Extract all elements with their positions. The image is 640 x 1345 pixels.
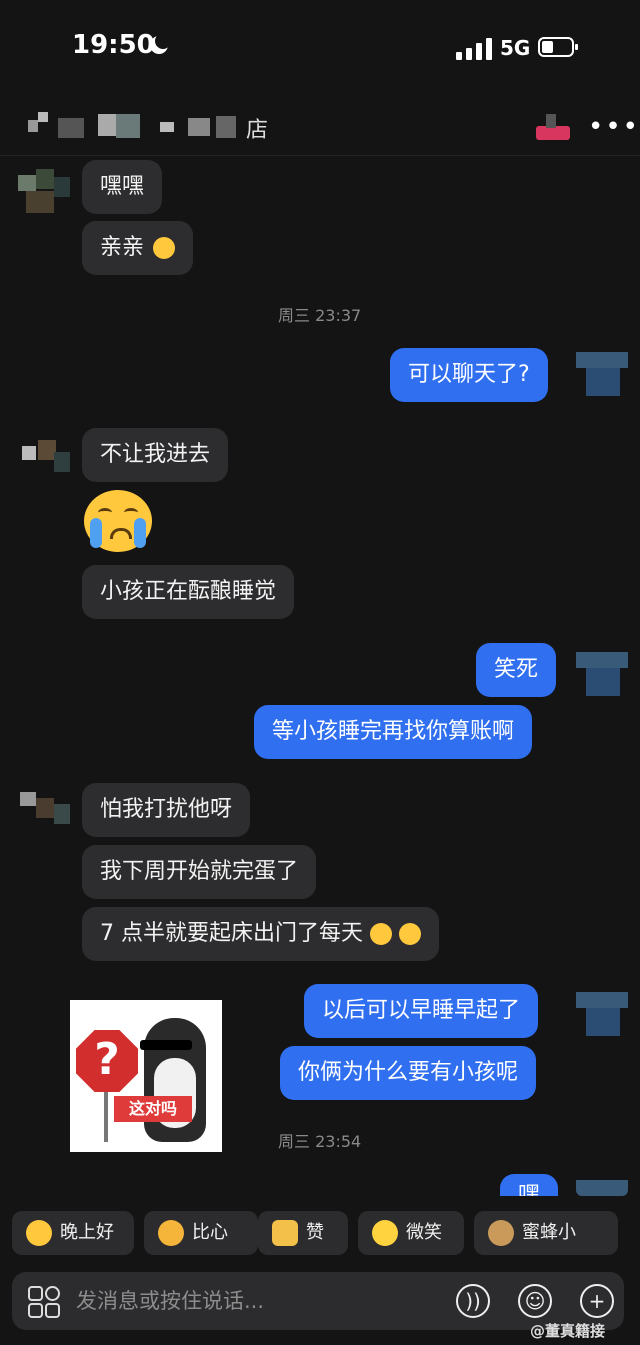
header-divider (0, 155, 640, 156)
message-input[interactable]: 发消息或按住说话... (76, 1272, 264, 1330)
chip-label: 赞 (306, 1222, 324, 1243)
battery-icon (538, 37, 578, 57)
timestamp: 周三 23:54 (278, 1132, 362, 1151)
chat-title-text: 店 (246, 118, 269, 143)
avatar[interactable] (18, 786, 70, 838)
message-bubble[interactable]: 笑死 (476, 643, 557, 697)
emoji-button-icon[interactable]: ☺ (518, 1284, 552, 1318)
quick-reply-chip[interactable]: 蜜蜂小 (474, 1211, 618, 1255)
heart-hands-icon (158, 1220, 184, 1246)
smile-icon (372, 1220, 398, 1246)
quick-reply-chip[interactable]: 赞 (258, 1211, 348, 1255)
message-bubble[interactable]: 以后可以早睡早起了 (304, 984, 539, 1038)
timestamp: 周三 23:37 (278, 306, 362, 325)
message-bubble[interactable]: 你俩为什么要有小孩呢 (280, 1046, 537, 1100)
my-avatar[interactable] (576, 346, 628, 398)
chip-label: 晚上好 (60, 1222, 114, 1243)
quick-replies: 晚上好 比心 赞 微笑 蜜蜂小 (12, 1211, 640, 1255)
kiss-emoji-icon (153, 237, 176, 259)
signal-icon (456, 38, 492, 60)
voice-icon[interactable]: )) (456, 1284, 490, 1318)
chat-title[interactable]: 店 (28, 110, 278, 143)
message-bubble[interactable]: 小孩正在酝酿睡觉 (82, 565, 295, 619)
message-bubble[interactable]: 不让我进去 (82, 428, 229, 482)
avatar[interactable] (18, 432, 70, 484)
add-icon[interactable]: + (580, 1284, 614, 1318)
message-text: 亲亲 (100, 235, 145, 260)
network-type: 5G (500, 36, 531, 60)
my-avatar[interactable] (576, 986, 628, 1038)
penguin-sticker[interactable]: ? 这对吗 (70, 1000, 222, 1152)
message-bubble[interactable]: 可以聊天了? (390, 348, 548, 402)
sign-pole (104, 1092, 108, 1142)
apps-grid-icon[interactable] (28, 1286, 60, 1318)
star-face-icon (26, 1220, 52, 1246)
crying-emoji-icon[interactable] (84, 490, 152, 552)
sticker-caption: 这对吗 (114, 1096, 192, 1122)
status-time: 19:50 (72, 30, 155, 60)
watermark: @董真籍接 (530, 1322, 606, 1340)
chip-label: 蜜蜂小 (522, 1222, 576, 1243)
message-bubble[interactable]: 等小孩睡完再找你算账啊 (254, 705, 533, 759)
question-sign-icon: ? (76, 1030, 138, 1092)
moon-icon (150, 33, 171, 54)
crying-emoji-icon (370, 923, 392, 945)
message-bubble[interactable]: 嘿 (500, 1174, 559, 1196)
my-avatar[interactable] (576, 1174, 628, 1196)
quick-reply-chip[interactable]: 微笑 (358, 1211, 464, 1255)
more-icon[interactable]: ••• (588, 112, 640, 142)
penguin-icon (140, 1018, 206, 1142)
avatar[interactable] (18, 165, 70, 217)
message-bubble[interactable]: 怕我打扰他呀 (82, 783, 251, 837)
message-text: 7 点半就要起床出门了每天 (100, 921, 363, 946)
crying-emoji-icon (399, 923, 421, 945)
thumbs-up-icon (272, 1220, 298, 1246)
my-avatar[interactable] (576, 646, 628, 698)
chip-label: 比心 (192, 1222, 228, 1243)
message-bubble[interactable]: 我下周开始就完蛋了 (82, 845, 317, 899)
quick-reply-chip[interactable]: 晚上好 (12, 1211, 134, 1255)
quick-reply-chip[interactable]: 比心 (144, 1211, 258, 1255)
call-icon[interactable] (532, 112, 570, 140)
bee-icon (488, 1220, 514, 1246)
message-bubble[interactable]: 亲亲 (82, 221, 194, 275)
message-bubble[interactable]: 嘿嘿 (82, 160, 163, 214)
message-bubble[interactable]: 7 点半就要起床出门了每天 (82, 907, 439, 961)
chip-label: 微笑 (406, 1222, 442, 1243)
